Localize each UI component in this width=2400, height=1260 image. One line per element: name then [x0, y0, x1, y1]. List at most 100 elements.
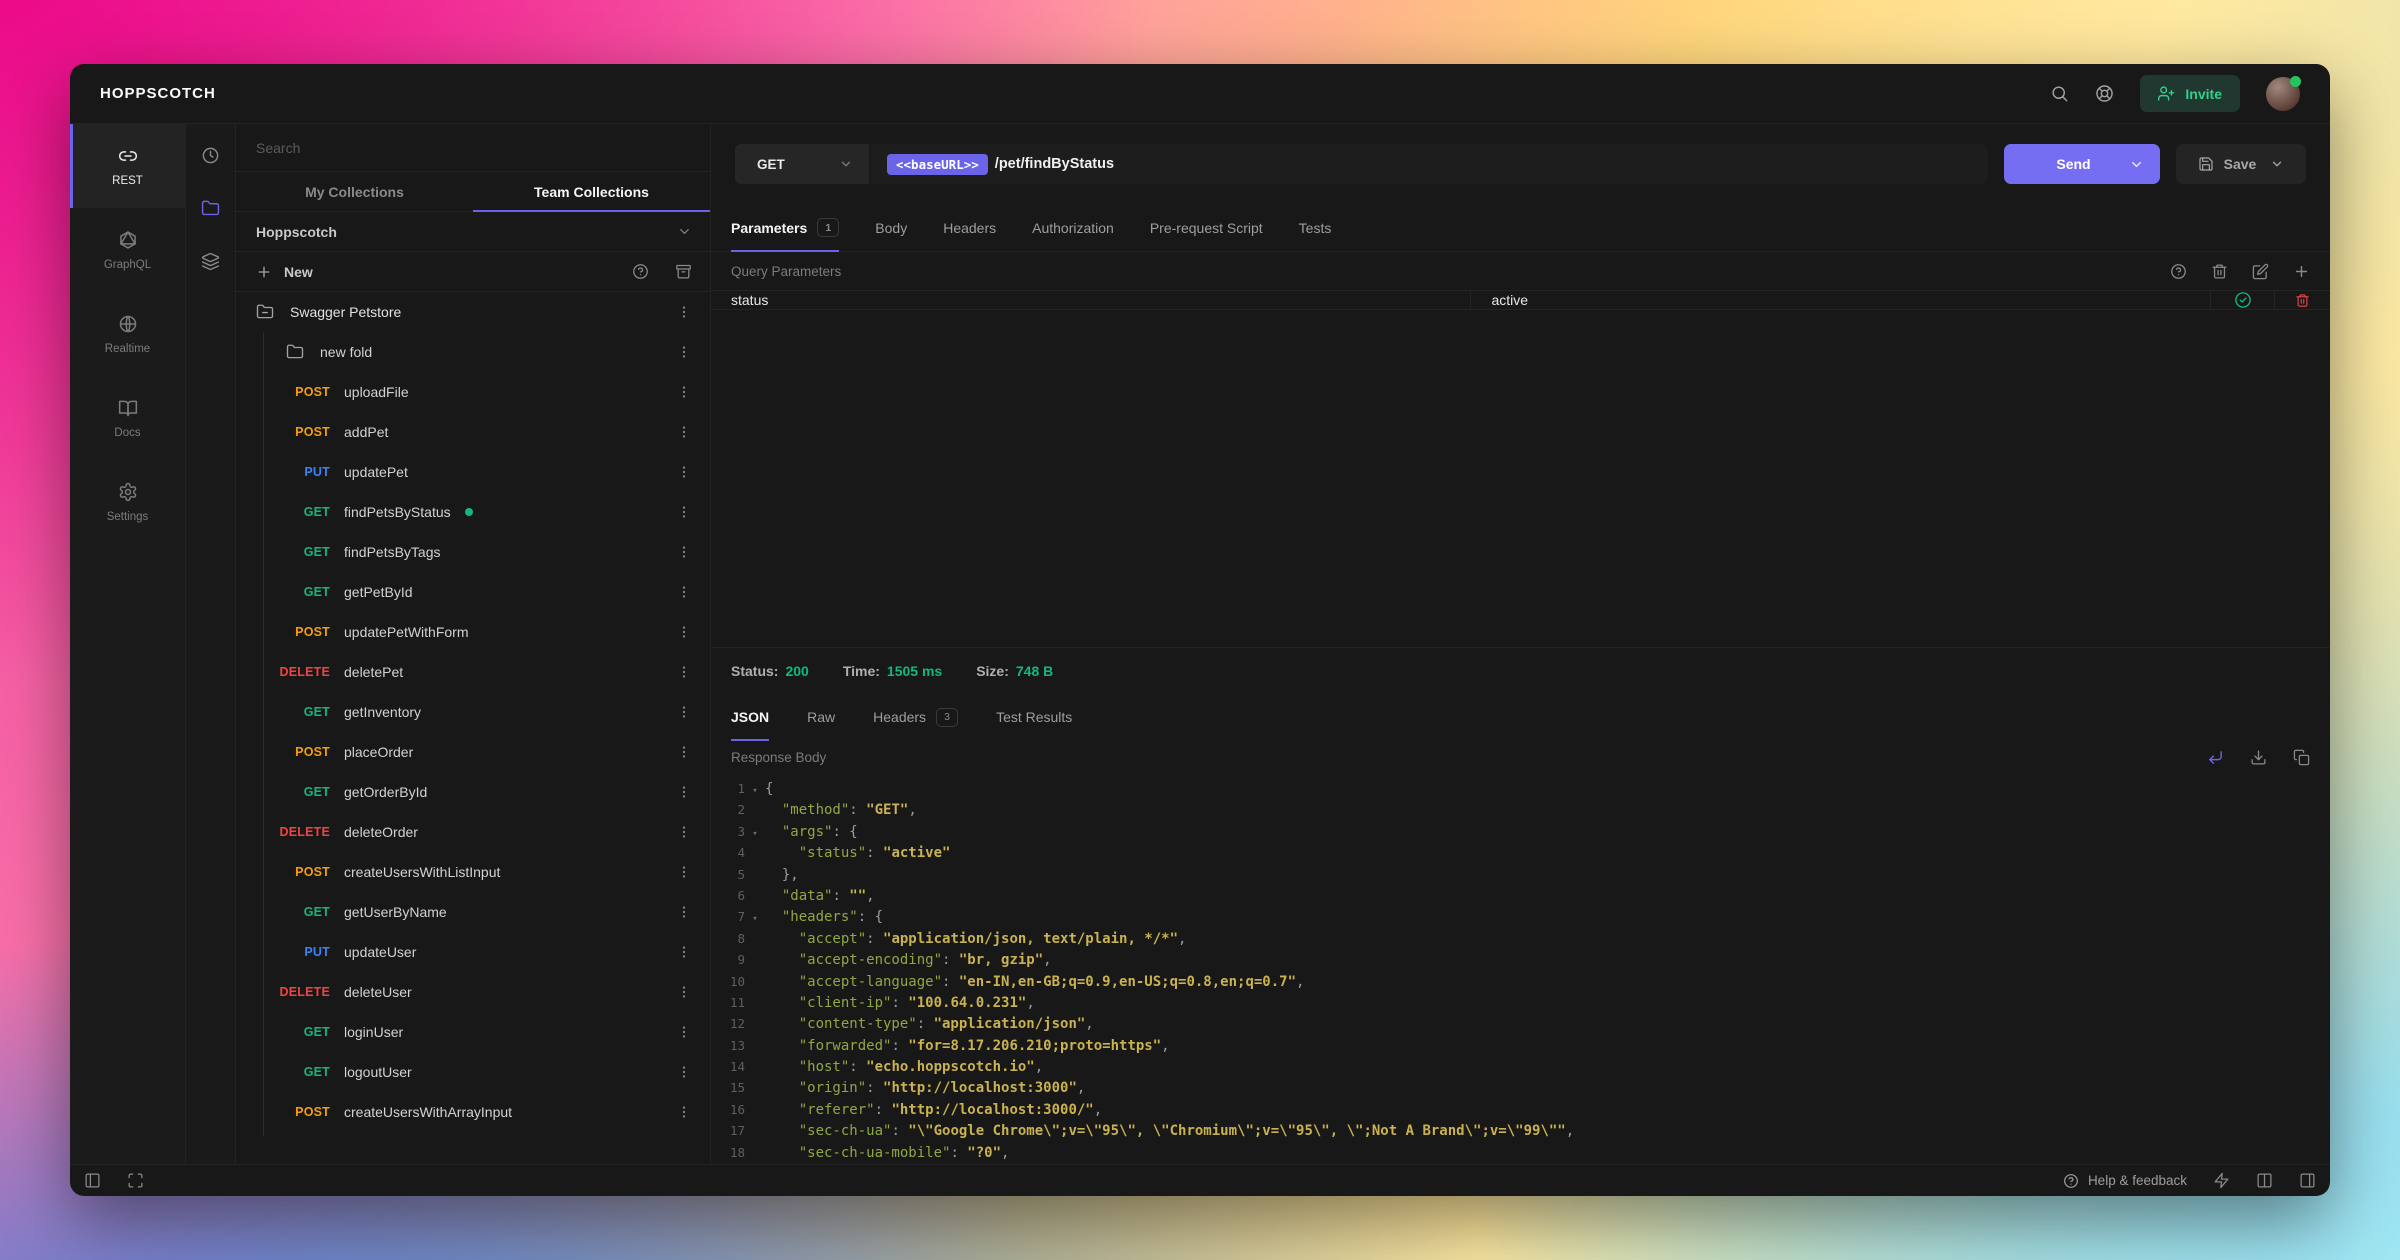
nav-item-settings[interactable]: Settings	[70, 460, 185, 544]
param-key-input[interactable]: status	[711, 291, 1470, 309]
request-tab-parameters[interactable]: Parameters1	[731, 204, 839, 251]
three-dots-icon[interactable]	[676, 664, 692, 680]
download-icon[interactable]	[2250, 749, 2267, 766]
import-export-icon[interactable]	[675, 263, 692, 280]
right-panel-icon[interactable]	[2299, 1172, 2316, 1189]
param-enabled-icon[interactable]	[2234, 291, 2252, 309]
request-tab-authorization[interactable]: Authorization	[1032, 204, 1114, 251]
three-dots-icon[interactable]	[676, 304, 692, 320]
nav-item-docs[interactable]: Docs	[70, 376, 185, 460]
subnav-history[interactable]	[201, 146, 220, 165]
search-input[interactable]	[256, 140, 690, 156]
request-item[interactable]: POSTuploadFile	[236, 372, 710, 412]
three-dots-icon[interactable]	[676, 504, 692, 520]
three-dots-icon[interactable]	[676, 744, 692, 760]
three-dots-icon[interactable]	[676, 824, 692, 840]
clear-all-icon[interactable]	[2211, 263, 2228, 280]
section-title: Query Parameters	[731, 264, 841, 279]
split-view-icon[interactable]	[2256, 1172, 2273, 1189]
three-dots-icon[interactable]	[676, 904, 692, 920]
three-dots-icon[interactable]	[676, 424, 692, 440]
help-icon[interactable]	[632, 263, 649, 280]
search-icon[interactable]	[2050, 84, 2069, 103]
collection-folder[interactable]: Swagger Petstore	[236, 292, 710, 332]
three-dots-icon[interactable]	[676, 784, 692, 800]
copy-icon[interactable]	[2293, 749, 2310, 766]
fold-arrow-icon[interactable]: ▾	[745, 909, 765, 930]
shortcuts-icon[interactable]	[2213, 1172, 2230, 1189]
nav-item-realtime[interactable]: Realtime	[70, 292, 185, 376]
help-feedback-button[interactable]: Help & feedback	[2063, 1173, 2187, 1189]
three-dots-icon[interactable]	[676, 1064, 692, 1080]
three-dots-icon[interactable]	[676, 1024, 692, 1040]
request-tab-body[interactable]: Body	[875, 204, 907, 251]
expand-icon[interactable]	[127, 1172, 144, 1189]
request-tab-tests[interactable]: Tests	[1299, 204, 1332, 251]
three-dots-icon[interactable]	[676, 384, 692, 400]
request-item[interactable]: POSTplaceOrder	[236, 732, 710, 772]
three-dots-icon[interactable]	[676, 704, 692, 720]
fold-arrow-icon[interactable]: ▾	[745, 781, 765, 802]
response-body-editor[interactable]: 1▾{2 "method": "GET",3▾ "args": {4 "stat…	[711, 774, 2330, 1164]
request-tabs: Parameters1 Body Headers Authorization Pre-r…	[711, 204, 2330, 252]
fold-arrow-icon[interactable]: ▾	[745, 824, 765, 845]
collections-tab-0[interactable]: My Collections	[236, 172, 473, 211]
param-value-input[interactable]: active	[1470, 291, 2210, 309]
toggle-sidebar-icon[interactable]	[84, 1172, 101, 1189]
request-tab-pre-request-script[interactable]: Pre-request Script	[1150, 204, 1263, 251]
support-icon[interactable]	[2095, 84, 2114, 103]
request-item[interactable]: GETgetInventory	[236, 692, 710, 732]
three-dots-icon[interactable]	[676, 944, 692, 960]
request-item[interactable]: POSTupdatePetWithForm	[236, 612, 710, 652]
three-dots-icon[interactable]	[676, 1104, 692, 1120]
response-tab-raw[interactable]: Raw	[807, 694, 835, 740]
save-button[interactable]: Save	[2176, 144, 2306, 184]
base-url-chip[interactable]: <<baseURL>>	[887, 154, 988, 175]
request-item[interactable]: GETfindPetsByStatus	[236, 492, 710, 532]
help-icon[interactable]	[2170, 263, 2187, 280]
three-dots-icon[interactable]	[676, 864, 692, 880]
request-tab-headers[interactable]: Headers	[943, 204, 996, 251]
request-item[interactable]: GETfindPetsByTags	[236, 532, 710, 572]
subnav-environments[interactable]	[201, 252, 220, 271]
three-dots-icon[interactable]	[676, 464, 692, 480]
param-delete-icon[interactable]	[2295, 292, 2310, 309]
three-dots-icon[interactable]	[676, 624, 692, 640]
request-item[interactable]: PUTupdatePet	[236, 452, 710, 492]
nav-item-graphql[interactable]: GraphQL	[70, 208, 185, 292]
new-collection-button[interactable]: New	[256, 264, 313, 280]
request-item[interactable]: GETgetUserByName	[236, 892, 710, 932]
method-dropdown[interactable]: GET	[735, 144, 871, 184]
three-dots-icon[interactable]	[676, 544, 692, 560]
team-selector[interactable]: Hoppscotch	[236, 212, 710, 252]
request-item[interactable]: POSTaddPet	[236, 412, 710, 452]
invite-button[interactable]: Invite	[2140, 75, 2240, 112]
add-parameter-icon[interactable]	[2293, 263, 2310, 280]
send-button[interactable]: Send	[2004, 144, 2160, 184]
url-input[interactable]: <<baseURL>> /pet/findByStatus	[871, 144, 1988, 184]
request-item[interactable]: DELETEdeleteOrder	[236, 812, 710, 852]
edit-icon[interactable]	[2252, 263, 2269, 280]
collection-folder[interactable]: new fold	[236, 332, 710, 372]
request-item[interactable]: GETlogoutUser	[236, 1052, 710, 1092]
response-tab-test-results[interactable]: Test Results	[996, 694, 1072, 740]
request-item[interactable]: POSTcreateUsersWithListInput	[236, 852, 710, 892]
collections-tab-1[interactable]: Team Collections	[473, 172, 710, 211]
response-tab-headers[interactable]: Headers3	[873, 694, 958, 740]
request-item[interactable]: POSTcreateUsersWithArrayInput	[236, 1092, 710, 1132]
request-item[interactable]: PUTupdateUser	[236, 932, 710, 972]
subnav-collections[interactable]	[201, 199, 220, 218]
request-item[interactable]: GETloginUser	[236, 1012, 710, 1052]
nav-item-rest[interactable]: REST	[70, 124, 185, 208]
chevron-down-icon[interactable]	[2270, 157, 2284, 171]
request-item[interactable]: DELETEdeleteUser	[236, 972, 710, 1012]
three-dots-icon[interactable]	[676, 984, 692, 1000]
request-item[interactable]: GETgetPetById	[236, 572, 710, 612]
request-item[interactable]: GETgetOrderById	[236, 772, 710, 812]
three-dots-icon[interactable]	[676, 344, 692, 360]
avatar[interactable]	[2266, 77, 2300, 111]
wrap-lines-icon[interactable]	[2207, 749, 2224, 766]
three-dots-icon[interactable]	[676, 584, 692, 600]
response-tab-json[interactable]: JSON	[731, 694, 769, 740]
request-item[interactable]: DELETEdeletePet	[236, 652, 710, 692]
